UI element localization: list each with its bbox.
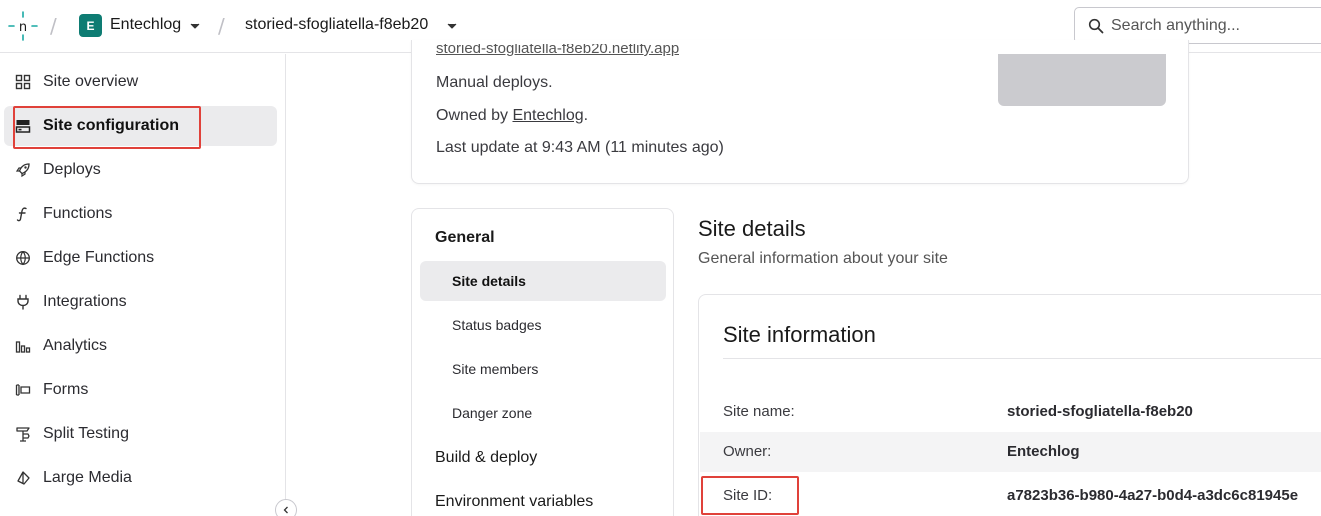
highlight-box xyxy=(13,106,201,149)
subnav-item-label: Status badges xyxy=(452,317,542,333)
table-row: Site name: storied-sfogliatella-f8eb20 xyxy=(700,392,1321,432)
site-preview-thumbnail[interactable] xyxy=(998,54,1166,106)
sidebar-item-split-testing[interactable]: Split Testing xyxy=(4,414,277,454)
netlify-logo-icon[interactable]: n xyxy=(7,10,39,42)
sidebar-item-label: Split Testing xyxy=(43,425,129,442)
card-title: Site information xyxy=(723,322,876,347)
rocket-icon xyxy=(15,163,30,178)
table-row: Owner: Entechlog xyxy=(700,432,1321,472)
form-icon xyxy=(15,384,31,396)
subnav-heading-environment-variables[interactable]: Environment variables xyxy=(435,493,593,511)
site-switcher[interactable]: storied-sfogliatella-f8eb20 xyxy=(245,16,428,34)
owner-prefix: Owned by xyxy=(436,107,513,124)
team-switcher[interactable]: Entechlog xyxy=(110,16,181,34)
chevron-down-icon[interactable] xyxy=(446,20,458,32)
sidebar-item-forms[interactable]: Forms xyxy=(4,370,277,410)
sidebar-item-label: Integrations xyxy=(43,293,127,310)
svg-text:n: n xyxy=(19,20,27,35)
plug-icon xyxy=(17,294,29,310)
subnav-item-label: Site details xyxy=(452,273,526,289)
image-icon xyxy=(17,471,30,485)
sidebar-item-label: Edge Functions xyxy=(43,249,155,266)
search-input[interactable] xyxy=(1111,16,1321,36)
row-label: Owner: xyxy=(723,443,772,460)
grid-icon xyxy=(15,74,31,90)
subnav-item-site-details[interactable]: Site details xyxy=(420,261,666,301)
row-value: storied-sfogliatella-f8eb20 xyxy=(1007,403,1193,420)
site-url-link[interactable]: storied-sfogliatella-f8eb20.netlify.app xyxy=(436,44,679,58)
sidebar-item-label: Forms xyxy=(43,381,89,398)
sidebar-item-site-overview[interactable]: Site overview xyxy=(4,62,277,102)
search-icon xyxy=(1088,18,1104,34)
split-icon xyxy=(16,427,30,442)
subnav-heading-general[interactable]: General xyxy=(435,229,495,247)
sidebar-item-edge-functions[interactable]: Edge Functions xyxy=(4,238,277,278)
search-box[interactable] xyxy=(1074,7,1321,44)
subnav-item-status-badges[interactable]: Status badges xyxy=(420,305,666,345)
sidebar-item-analytics[interactable]: Analytics xyxy=(4,326,277,366)
row-value: Entechlog xyxy=(1007,443,1080,460)
row-value: a7823b36-b980-4a27-b0d4-a3dc6c81945e xyxy=(1007,487,1299,504)
divider xyxy=(723,358,1321,359)
breadcrumb-separator: / xyxy=(50,14,57,38)
sidebar-item-label: Functions xyxy=(43,205,113,222)
sidebar-item-label: Site overview xyxy=(43,73,139,90)
subnav-item-site-members[interactable]: Site members xyxy=(420,349,666,389)
sidebar-item-label: Deploys xyxy=(43,161,101,178)
owner-link[interactable]: Entechlog xyxy=(512,107,583,124)
subnav-heading-build-deploy[interactable]: Build & deploy xyxy=(435,449,537,467)
sidebar-item-functions[interactable]: Functions xyxy=(4,194,277,234)
bar-chart-icon xyxy=(15,341,31,353)
collapse-sidebar-button[interactable] xyxy=(275,499,297,516)
subnav-item-label: Site members xyxy=(452,361,539,377)
settings-subnav: General Site details Status badges Site … xyxy=(411,208,674,516)
owner-line: Owned by Entechlog. xyxy=(436,107,588,125)
globe-icon xyxy=(16,251,30,266)
owner-suffix: . xyxy=(583,107,589,124)
sidebar-item-deploys[interactable]: Deploys xyxy=(4,150,277,190)
last-update-text: Last update at 9:43 AM (11 minutes ago) xyxy=(436,139,724,156)
sidebar-item-label: Large Media xyxy=(43,469,132,486)
page-title: Site details xyxy=(698,216,806,241)
site-overview-card: storied-sfogliatella-f8eb20.netlify.app … xyxy=(411,40,1189,184)
function-icon xyxy=(16,207,27,222)
subnav-item-label: Danger zone xyxy=(452,405,533,421)
chevron-left-icon xyxy=(283,506,288,514)
page-subtitle: General information about your site xyxy=(698,250,948,267)
subnav-item-danger-zone[interactable]: Danger zone xyxy=(420,393,666,433)
deploy-mode-text: Manual deploys. xyxy=(436,74,553,91)
team-avatar[interactable]: E xyxy=(79,14,102,37)
sidebar-item-integrations[interactable]: Integrations xyxy=(4,282,277,322)
breadcrumb-separator: / xyxy=(218,14,225,38)
chevron-down-icon[interactable] xyxy=(189,20,201,32)
highlight-box xyxy=(701,476,799,515)
row-label: Site name: xyxy=(723,403,795,420)
sidebar-item-label: Analytics xyxy=(43,337,108,354)
sidebar-item-large-media[interactable]: Large Media xyxy=(4,458,277,498)
